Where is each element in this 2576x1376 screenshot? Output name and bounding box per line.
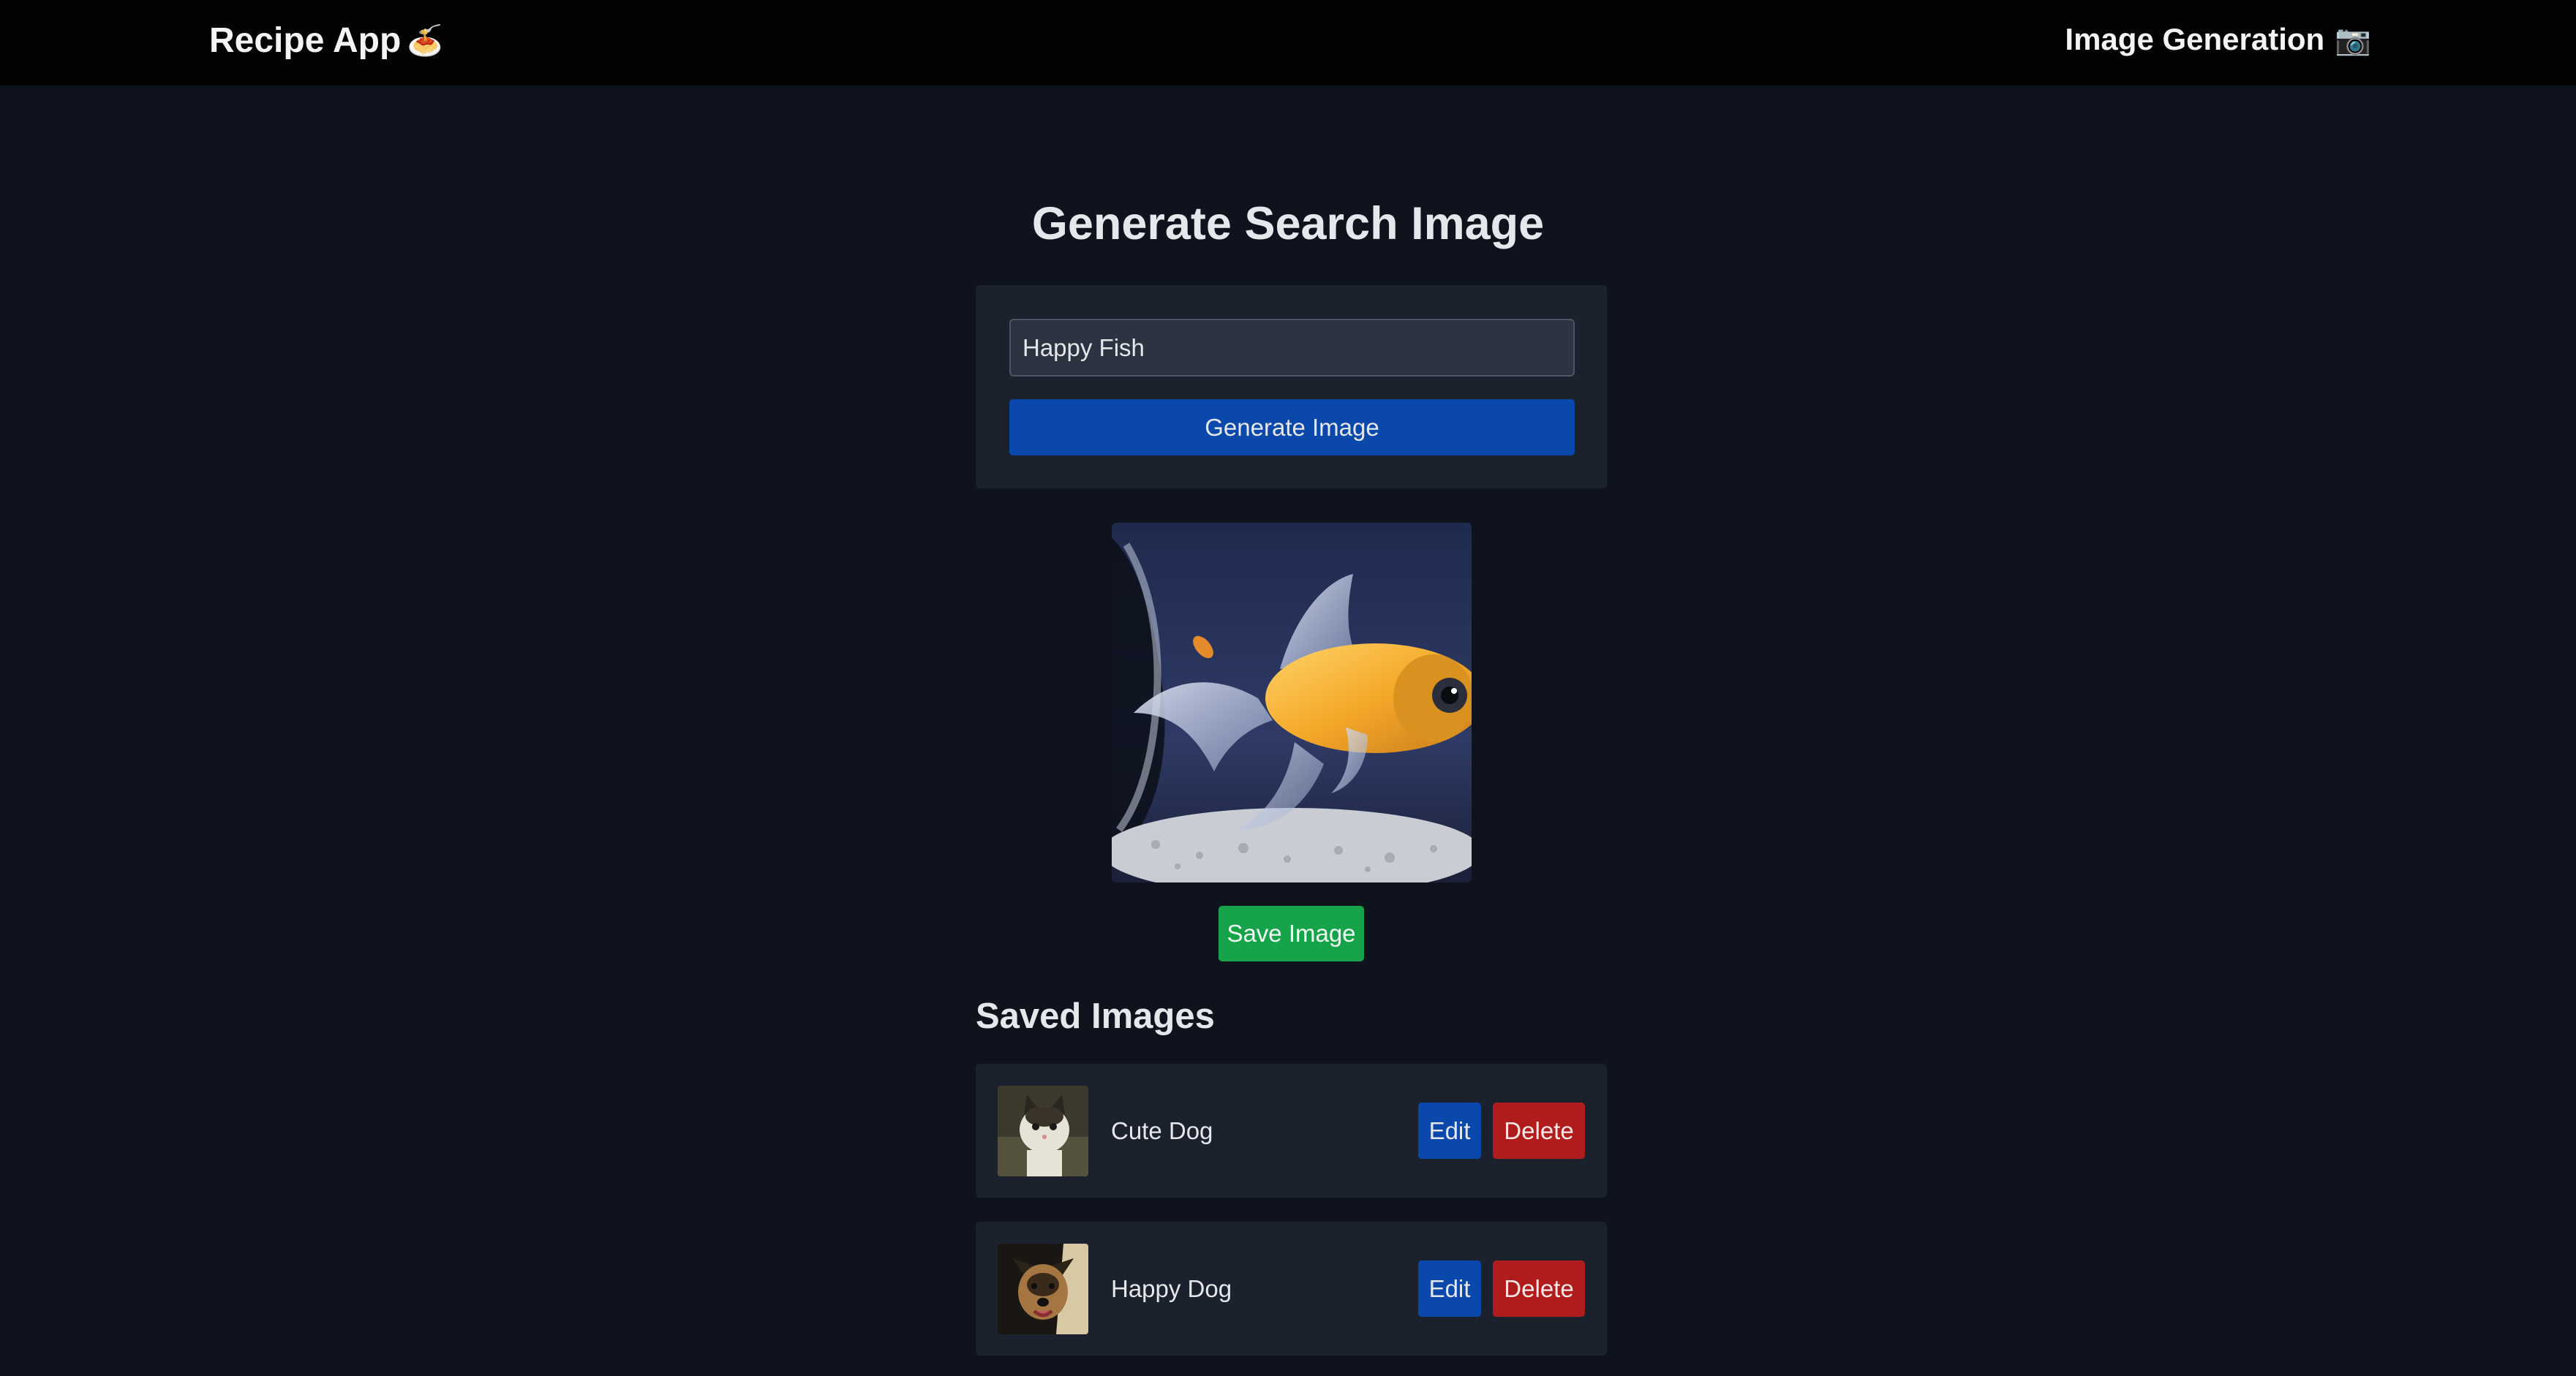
saved-images-heading: Saved Images: [976, 997, 1215, 1036]
delete-button[interactable]: Delete: [1493, 1103, 1585, 1159]
saved-image-item: Happy Dog Edit Delete: [976, 1222, 1607, 1356]
brand-name: Recipe App: [209, 21, 402, 60]
saved-image-name: Happy Dog: [1111, 1274, 1232, 1302]
delete-button[interactable]: Delete: [1493, 1260, 1585, 1317]
top-navbar: Recipe App 🍝 Image Generation 📷: [0, 0, 2576, 86]
edit-button[interactable]: Edit: [1418, 1103, 1481, 1159]
save-image-button[interactable]: Save Image: [1219, 906, 1364, 961]
nav-image-generation-label: Image Generation: [2065, 22, 2325, 56]
edit-button[interactable]: Edit: [1418, 1260, 1481, 1317]
saved-image-item: Cute Dog Edit Delete: [976, 1064, 1607, 1198]
generate-image-button[interactable]: Generate Image: [1009, 399, 1575, 455]
saved-image-thumbnail: [998, 1244, 1088, 1334]
saved-image-name: Cute Dog: [1111, 1116, 1213, 1144]
generate-form: Generate Image: [976, 285, 1607, 488]
nav-image-generation[interactable]: Image Generation 📷: [2065, 22, 2371, 57]
spaghetti-icon: 🍝: [407, 25, 444, 57]
search-input[interactable]: [1009, 319, 1575, 377]
saved-image-thumbnail: [998, 1086, 1088, 1176]
page-title: Generate Search Image: [1031, 198, 1545, 249]
brand-link[interactable]: Recipe App 🍝: [209, 20, 443, 61]
camera-icon: 📷: [2335, 23, 2371, 56]
generated-image: [1112, 523, 1472, 882]
